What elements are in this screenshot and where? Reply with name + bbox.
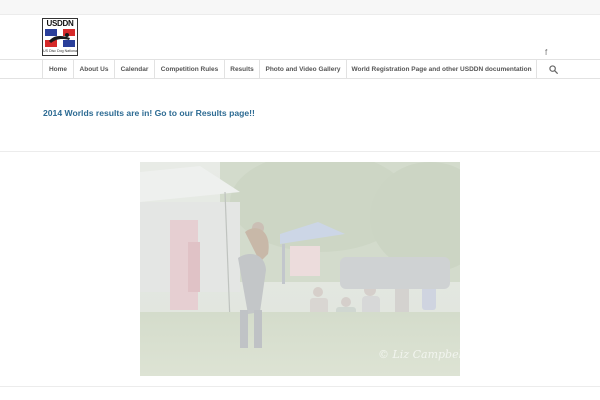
- logo-text: USDDN: [46, 19, 74, 28]
- nav-item-world-registration[interactable]: World Registration Page and other USDDN …: [346, 60, 536, 79]
- nav-item-competition-rules[interactable]: Competition Rules: [154, 60, 224, 79]
- nav-divider: [536, 60, 537, 79]
- main-navigation: Home About Us Calendar Competition Rules…: [0, 59, 600, 79]
- logo-tagline: US Disc Dog Nationals: [43, 49, 77, 53]
- search-icon[interactable]: [549, 65, 558, 74]
- facebook-icon[interactable]: f: [545, 48, 547, 57]
- nav-item-home[interactable]: Home: [42, 60, 73, 79]
- site-logo[interactable]: USDDN US Disc Dog Nationals: [42, 18, 78, 56]
- nav-item-photo-video-gallery[interactable]: Photo and Video Gallery: [259, 60, 346, 79]
- site-header: USDDN US Disc Dog Nationals f: [0, 15, 600, 59]
- nav-item-about-us[interactable]: About Us: [73, 60, 114, 79]
- top-bar: [0, 0, 600, 15]
- content-divider: [0, 151, 600, 152]
- featured-photo: © Liz Campbell: [140, 162, 460, 376]
- nav-item-calendar[interactable]: Calendar: [114, 60, 154, 79]
- logo-flag-icon: [45, 29, 75, 47]
- bottom-divider: [0, 386, 600, 387]
- nav-item-results[interactable]: Results: [224, 60, 259, 79]
- results-notice-link[interactable]: 2014 Worlds results are in! Go to our Re…: [43, 108, 255, 118]
- photo-watermark: © Liz Campbell: [378, 348, 460, 361]
